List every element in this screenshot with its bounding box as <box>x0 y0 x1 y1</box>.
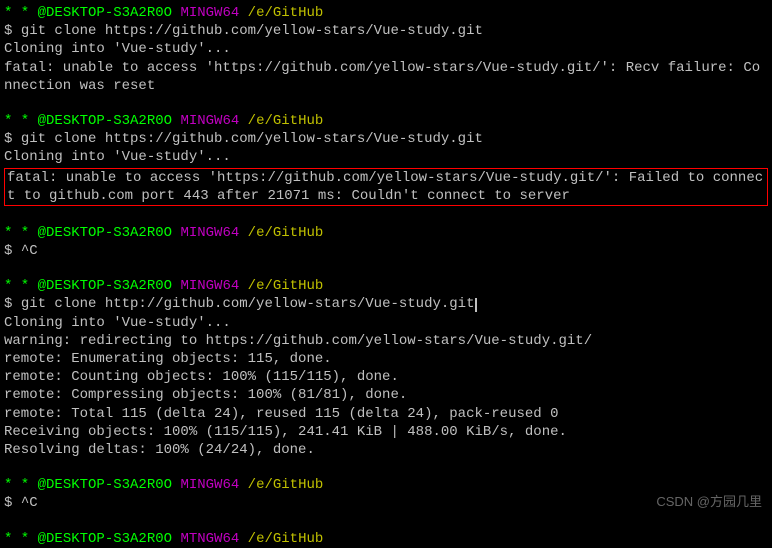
prompt-line: * * @DESKTOP-S3A2R0O MINGW64 /e/GitHub <box>4 112 768 130</box>
prompt-star: * * <box>4 113 29 129</box>
prompt-user: @DESKTOP-S3A2R0O <box>29 113 172 129</box>
blank-line <box>4 459 768 476</box>
prompt-sys: MINGW64 <box>172 477 239 493</box>
prompt-sys: MINGW64 <box>172 113 239 129</box>
prompt-path: /e/GitHub <box>239 477 323 493</box>
command-line[interactable]: $ ^C <box>4 242 768 260</box>
cursor <box>475 298 477 312</box>
command-line[interactable]: $ git clone https://github.com/yellow-st… <box>4 22 768 40</box>
output-line: Resolving deltas: 100% (24/24), done. <box>4 441 768 459</box>
prompt-path: /e/GitHub <box>239 225 323 241</box>
command-text: git clone https://github.com/yellow-star… <box>21 23 483 39</box>
prompt-user: @DESKTOP-S3A2R0O <box>29 531 172 547</box>
prompt-star: * * <box>4 477 29 493</box>
error-line: fatal: unable to access 'https://github.… <box>7 169 765 205</box>
output-line: warning: redirecting to https://github.c… <box>4 332 768 350</box>
prompt-dollar: $ <box>4 23 21 39</box>
command-text: git clone https://github.com/yellow-star… <box>21 131 483 147</box>
prompt-dollar: $ <box>4 243 21 259</box>
output-line: Cloning into 'Vue-study'... <box>4 148 768 166</box>
prompt-path: /e/GitHub <box>239 531 323 547</box>
prompt-path: /e/GitHub <box>239 113 323 129</box>
command-text: ^C <box>21 495 38 511</box>
output-line: remote: Total 115 (delta 24), reused 115… <box>4 405 768 423</box>
prompt-sys: MINGW64 <box>172 5 239 21</box>
output-line: remote: Enumerating objects: 115, done. <box>4 350 768 368</box>
blank-line <box>4 207 768 224</box>
command-line[interactable]: $ git clone https://github.com/yellow-st… <box>4 130 768 148</box>
prompt-user: @DESKTOP-S3A2R0O <box>29 278 172 294</box>
command-line[interactable]: $ ^C <box>4 494 768 512</box>
command-text: ^C <box>21 243 38 259</box>
prompt-star: * * <box>4 5 29 21</box>
terminal-output: * * @DESKTOP-S3A2R0O MINGW64 /e/GitHub $… <box>4 4 768 548</box>
prompt-line: * * @DESKTOP-S3A2R0O MINGW64 /e/GitHub <box>4 476 768 494</box>
command-line[interactable]: $ git clone http://github.com/yellow-sta… <box>4 295 768 313</box>
prompt-line: * * @DESKTOP-S3A2R0O MINGW64 /e/GitHub <box>4 224 768 242</box>
watermark: CSDN @方园几里 <box>656 494 762 511</box>
prompt-sys: MINGW64 <box>172 278 239 294</box>
prompt-line: * * @DESKTOP-S3A2R0O MTNGW64 /e/GitHub <box>4 530 768 548</box>
prompt-user: @DESKTOP-S3A2R0O <box>29 5 172 21</box>
prompt-line: * * @DESKTOP-S3A2R0O MINGW64 /e/GitHub <box>4 4 768 22</box>
error-highlight-box: fatal: unable to access 'https://github.… <box>4 168 768 206</box>
prompt-dollar: $ <box>4 296 21 312</box>
prompt-line: * * @DESKTOP-S3A2R0O MINGW64 /e/GitHub <box>4 277 768 295</box>
prompt-star: * * <box>4 225 29 241</box>
blank-line <box>4 260 768 277</box>
output-line: Cloning into 'Vue-study'... <box>4 40 768 58</box>
command-text: git clone http://github.com/yellow-stars… <box>21 296 475 312</box>
output-line: fatal: unable to access 'https://github.… <box>4 59 768 95</box>
prompt-star: * * <box>4 278 29 294</box>
output-line: remote: Compressing objects: 100% (81/81… <box>4 386 768 404</box>
prompt-star: * * <box>4 531 29 547</box>
blank-line <box>4 95 768 112</box>
blank-line <box>4 513 768 530</box>
prompt-sys: MTNGW64 <box>172 531 239 547</box>
output-line: remote: Counting objects: 100% (115/115)… <box>4 368 768 386</box>
prompt-dollar: $ <box>4 131 21 147</box>
prompt-user: @DESKTOP-S3A2R0O <box>29 225 172 241</box>
prompt-path: /e/GitHub <box>239 5 323 21</box>
prompt-sys: MINGW64 <box>172 225 239 241</box>
output-line: Receiving objects: 100% (115/115), 241.4… <box>4 423 768 441</box>
prompt-dollar: $ <box>4 495 21 511</box>
prompt-user: @DESKTOP-S3A2R0O <box>29 477 172 493</box>
output-line: Cloning into 'Vue-study'... <box>4 314 768 332</box>
prompt-path: /e/GitHub <box>239 278 323 294</box>
